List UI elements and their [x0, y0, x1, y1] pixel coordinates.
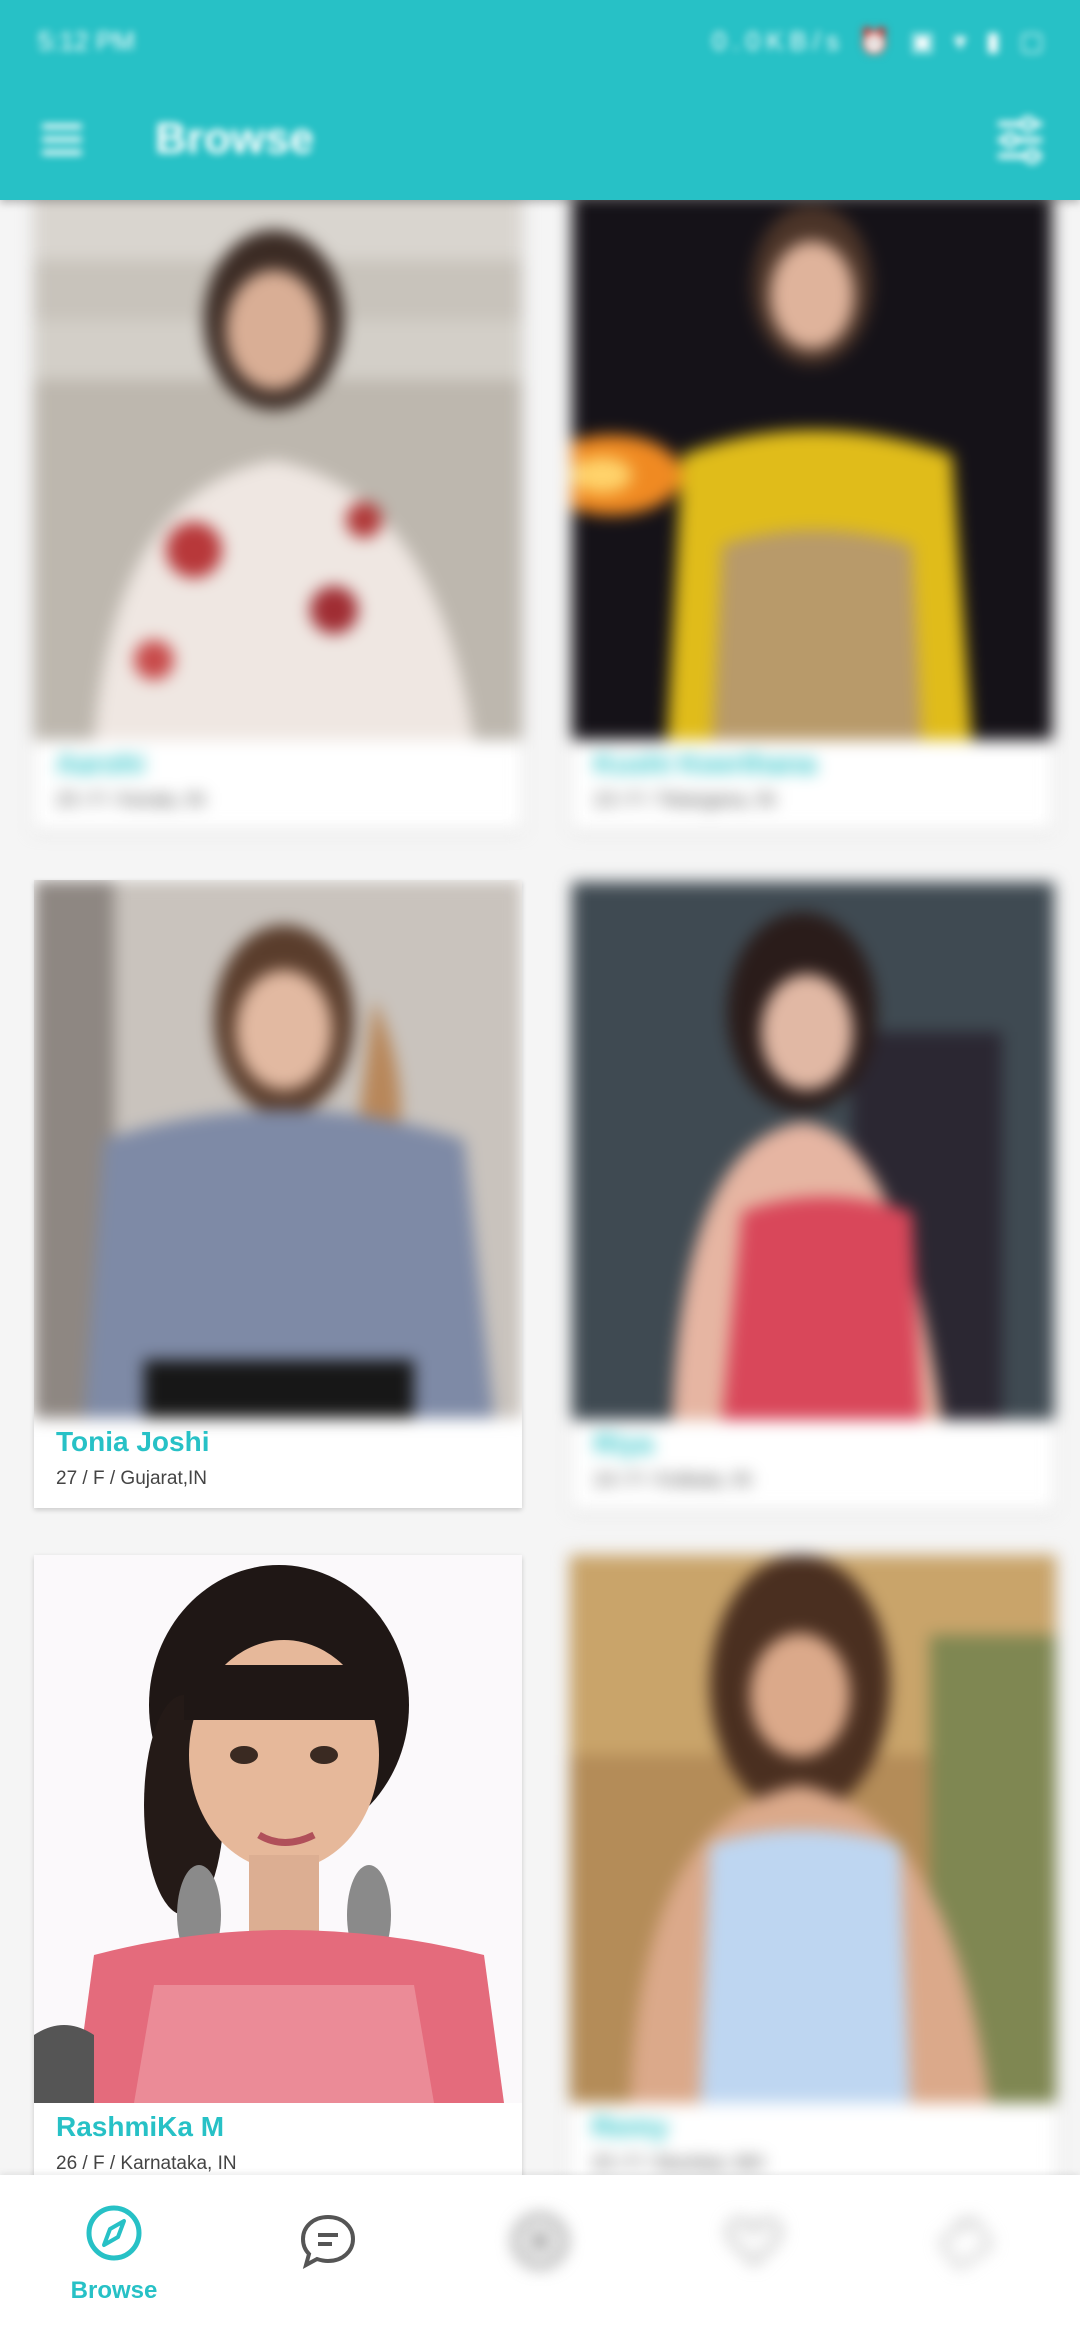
profile-name: Remy	[592, 2111, 669, 2142]
profile-details: 25 / F / Kerala, IN	[56, 790, 205, 811]
profile-details: 25 / F / Mumbai, MH	[592, 2153, 765, 2174]
nav-browse[interactable]: Browse	[6, 2175, 222, 2340]
nav-chat[interactable]	[220, 2175, 436, 2340]
menu-icon[interactable]	[42, 124, 82, 155]
profile-details: 27 / F / Gujarat,IN	[56, 1468, 207, 1489]
status-time: 5:12 PM	[38, 26, 135, 56]
profile-card[interactable]: Aarohi 25 / F / Kerala, IN	[34, 190, 522, 830]
profile-card[interactable]: Kushi Keerthana 23 / F / Telangana, IN	[572, 195, 1052, 830]
profile-card[interactable]: Riya 24 / F / Kolkata, IN	[572, 882, 1054, 1510]
profile-card[interactable]: Remy 25 / F / Mumbai, MH	[570, 1555, 1056, 2175]
profile-photo	[572, 195, 1052, 740]
profile-name: Aarohi	[56, 748, 145, 779]
profile-grid: Aarohi 25 / F / Kerala, IN Kushi Keertha…	[0, 0, 1080, 2175]
profile-name: Riya	[594, 1428, 654, 1459]
heart-icon	[726, 2218, 782, 2266]
record-icon	[513, 2214, 567, 2268]
profile-name: Tonia Joshi	[56, 1426, 210, 1457]
profile-card[interactable]: RashmiKa M 26 / F / Karnataka, IN	[34, 1555, 522, 2175]
profile-photo	[34, 1555, 522, 2103]
profile-photo	[34, 880, 522, 1418]
profile-photo	[34, 190, 522, 740]
nav-record[interactable]	[432, 2175, 648, 2340]
profile-photo	[570, 1555, 1056, 2103]
nav-wallet[interactable]	[858, 2175, 1074, 2340]
status-icons: 0.0KB/s ⏰ ▣ ▾ ▮ ▢	[711, 26, 1050, 56]
profile-card[interactable]: Tonia Joshi 27 / F / Gujarat,IN	[34, 880, 522, 1508]
profile-details: 24 / F / Kolkata, IN	[594, 1470, 752, 1491]
profile-details: 23 / F / Telangana, IN	[594, 790, 776, 811]
filter-icon[interactable]	[990, 110, 1050, 170]
profile-name: RashmiKa M	[56, 2111, 225, 2142]
profile-name: Kushi Keerthana	[594, 748, 817, 779]
profile-details: 26 / F / Karnataka, IN	[56, 2153, 237, 2174]
chat-icon	[300, 2214, 356, 2270]
app-bar: 5:12 PM 0.0KB/s ⏰ ▣ ▾ ▮ ▢ Browse	[0, 0, 1080, 200]
nav-favorites[interactable]	[646, 2175, 862, 2340]
nav-browse-label: Browse	[70, 2277, 158, 2304]
compass-icon	[86, 2205, 142, 2261]
bottom-navigation: Browse	[0, 2175, 1080, 2340]
page-title: Browse	[155, 114, 314, 163]
profile-photo	[572, 882, 1054, 1420]
wallet-icon	[940, 2218, 992, 2268]
status-bar: 5:12 PM 0.0KB/s ⏰ ▣ ▾ ▮ ▢	[0, 0, 1080, 80]
toolbar: Browse	[0, 90, 1080, 190]
